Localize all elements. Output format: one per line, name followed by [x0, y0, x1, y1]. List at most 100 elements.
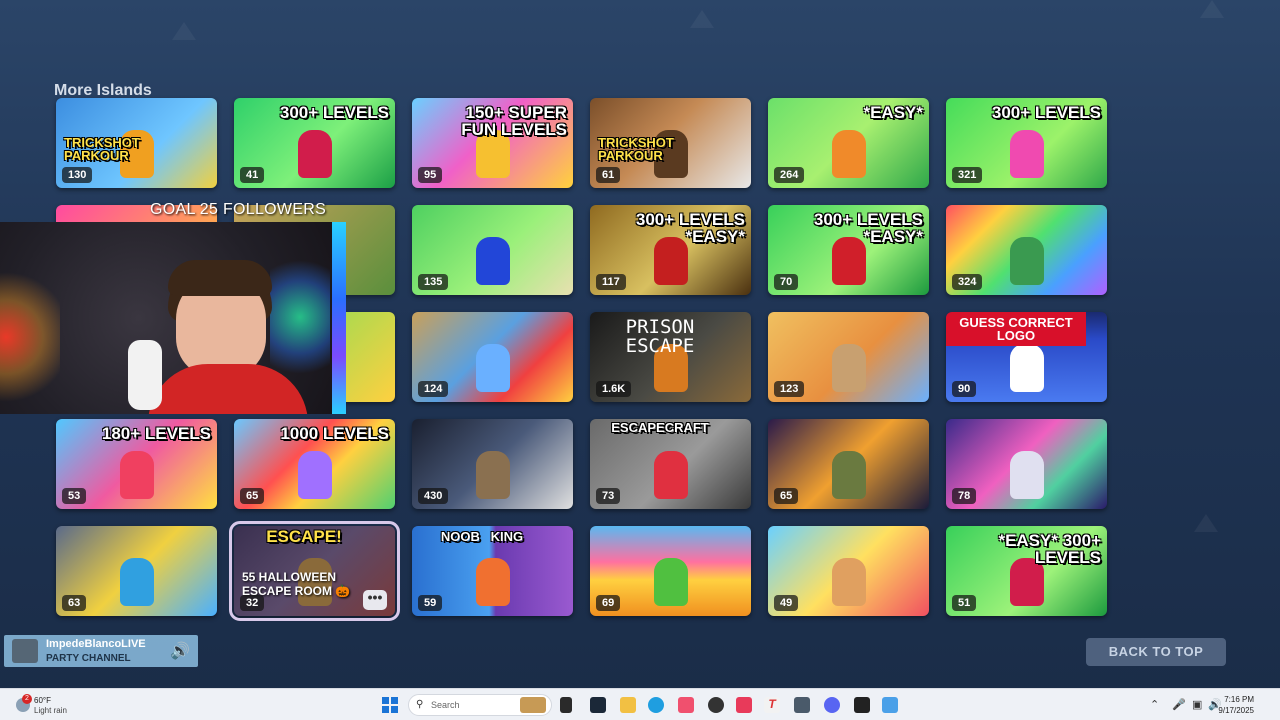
island-tile[interactable]: 150+ SUPER FUN LEVELS 95	[412, 98, 573, 188]
island-tile[interactable]: 430	[412, 419, 573, 509]
player-count-badge: 135	[418, 274, 449, 290]
speaker-icon: 🔊	[170, 643, 190, 660]
party-player-name: ImpedeBlancoLIVE	[46, 638, 146, 650]
island-tile[interactable]: ESCAPECRAFT 73	[590, 419, 751, 509]
island-tile[interactable]: 123	[768, 312, 929, 402]
island-tile[interactable]: 300+ LEVELS 321	[946, 98, 1107, 188]
island-tile[interactable]: 63	[56, 526, 217, 616]
back-to-top-button[interactable]: BACK TO TOP	[1086, 638, 1226, 666]
island-character-art	[119, 558, 154, 606]
island-tile[interactable]: *EASY* 264	[768, 98, 929, 188]
background-triangle	[690, 10, 714, 28]
island-tile[interactable]: 69	[590, 526, 751, 616]
island-character-art	[653, 558, 688, 606]
island-tile[interactable]: TRICKSHOT PARKOUR 61	[590, 98, 751, 188]
rgb-light-strip	[332, 222, 346, 414]
island-character-art	[831, 558, 866, 606]
player-count-badge: 32	[240, 595, 265, 611]
background-triangle	[172, 22, 196, 40]
island-character-art	[297, 451, 332, 499]
task-view-icon[interactable]	[560, 697, 572, 713]
island-character-art	[1009, 237, 1044, 285]
player-count-badge: 130	[62, 167, 93, 183]
player-count-badge: 49	[774, 595, 799, 611]
island-tile[interactable]: TRICKSHOT PARKOUR 130	[56, 98, 217, 188]
player-count-badge: 78	[952, 488, 977, 504]
island-tile[interactable]: 124	[412, 312, 573, 402]
island-character-art	[831, 344, 866, 392]
follower-goal-text: GOAL 25 FOLLOWERS	[150, 201, 327, 218]
steam-icon[interactable]	[590, 697, 606, 713]
island-tile[interactable]: 49	[768, 526, 929, 616]
background-triangle	[1200, 0, 1224, 18]
island-character-art	[1009, 130, 1044, 178]
island-art-text: 300+ LEVELS	[279, 103, 389, 122]
system-clock[interactable]: 7:16 PM 9/17/2025	[1218, 694, 1254, 716]
background-triangle	[1194, 514, 1218, 532]
island-character-art	[1009, 451, 1044, 499]
island-tile[interactable]: PRISON ESCAPE 1.6K	[590, 312, 751, 402]
weather-widget[interactable]: 2 60°F Light rain	[12, 694, 102, 718]
island-tile[interactable]: 300+ LEVELS 41	[234, 98, 395, 188]
island-art-text: 300+ LEVELS	[991, 103, 1101, 122]
island-art-text: 150+ SUPER FUN LEVELS	[461, 103, 567, 139]
island-art-text: ESCAPE!	[266, 527, 342, 546]
island-art-text: GUESS CORRECT LOGO	[946, 312, 1086, 346]
player-count-badge: 430	[418, 488, 449, 504]
player-count-badge: 90	[952, 381, 977, 397]
clock-time: 7:16 PM	[1224, 695, 1254, 704]
island-tile[interactable]: 300+ LEVELS *EASY* 70	[768, 205, 929, 295]
music-icon[interactable]	[678, 697, 694, 713]
obs-icon[interactable]	[708, 697, 724, 713]
island-tile[interactable]: *EASY* 300+ LEVELS 51	[946, 526, 1107, 616]
streamer-hair-front	[168, 260, 272, 296]
terminal-icon[interactable]	[854, 697, 870, 713]
discord-icon[interactable]	[824, 697, 840, 713]
light-glow-left	[0, 262, 60, 412]
island-tile[interactable]: ESCAPE! 55 HALLOWEEN ESCAPE ROOM 🎃 ••• 32	[229, 521, 400, 621]
more-options-icon[interactable]: •••	[363, 590, 387, 610]
island-character-art	[297, 130, 332, 178]
island-character-art	[831, 130, 866, 178]
player-count-badge: 123	[774, 381, 805, 397]
app-t-icon[interactable]: T	[764, 697, 780, 713]
player-count-badge: 63	[62, 595, 87, 611]
player-count-badge: 51	[952, 595, 977, 611]
player-count-badge: 65	[774, 488, 799, 504]
chevron-up-icon[interactable]: ⌃	[1150, 698, 1159, 711]
start-icon[interactable]	[382, 697, 398, 713]
file-explorer-icon[interactable]	[620, 697, 636, 713]
island-character-art	[475, 451, 510, 499]
island-tile[interactable]: 78	[946, 419, 1107, 509]
app-grid-icon[interactable]	[794, 697, 810, 713]
island-character-art	[475, 344, 510, 392]
island-character-art	[475, 237, 510, 285]
island-art-text: TRICKSHOT PARKOUR	[64, 135, 140, 163]
search-icon: ⚲	[416, 699, 424, 710]
light-glow-right	[270, 242, 330, 392]
edge-icon[interactable]	[648, 697, 664, 713]
fortnite-icon[interactable]	[882, 697, 898, 713]
island-tile[interactable]: 300+ LEVELS *EASY* 117	[590, 205, 751, 295]
player-count-badge: 321	[952, 167, 983, 183]
network-icon[interactable]: ▣	[1192, 698, 1202, 711]
weather-temperature: 60°F	[34, 696, 51, 705]
player-count-badge: 117	[596, 274, 626, 290]
island-tile[interactable]: 65	[768, 419, 929, 509]
island-tile[interactable]: GUESS CORRECT LOGO 90	[946, 312, 1107, 402]
party-channel-widget[interactable]: ImpedeBlancoLIVE PARTY CHANNEL 🔊	[4, 635, 198, 667]
search-placeholder: Search	[431, 700, 460, 710]
island-tile[interactable]: NOOB KING 59	[412, 526, 573, 616]
island-art-text: *EASY*	[863, 103, 923, 122]
player-count-badge: 65	[240, 488, 265, 504]
island-tile[interactable]: 135	[412, 205, 573, 295]
island-tile[interactable]: 324	[946, 205, 1107, 295]
island-art-text: 180+ LEVELS	[101, 424, 211, 443]
tiktok-icon[interactable]	[736, 697, 752, 713]
microphone-icon[interactable]: 🎤	[1172, 698, 1186, 711]
island-tile[interactable]: 180+ LEVELS 53	[56, 419, 217, 509]
island-character-art	[653, 451, 688, 499]
search-highlight-icon[interactable]	[520, 697, 546, 713]
island-tile[interactable]: 1000 LEVELS 65	[234, 419, 395, 509]
player-count-badge: 59	[418, 595, 443, 611]
